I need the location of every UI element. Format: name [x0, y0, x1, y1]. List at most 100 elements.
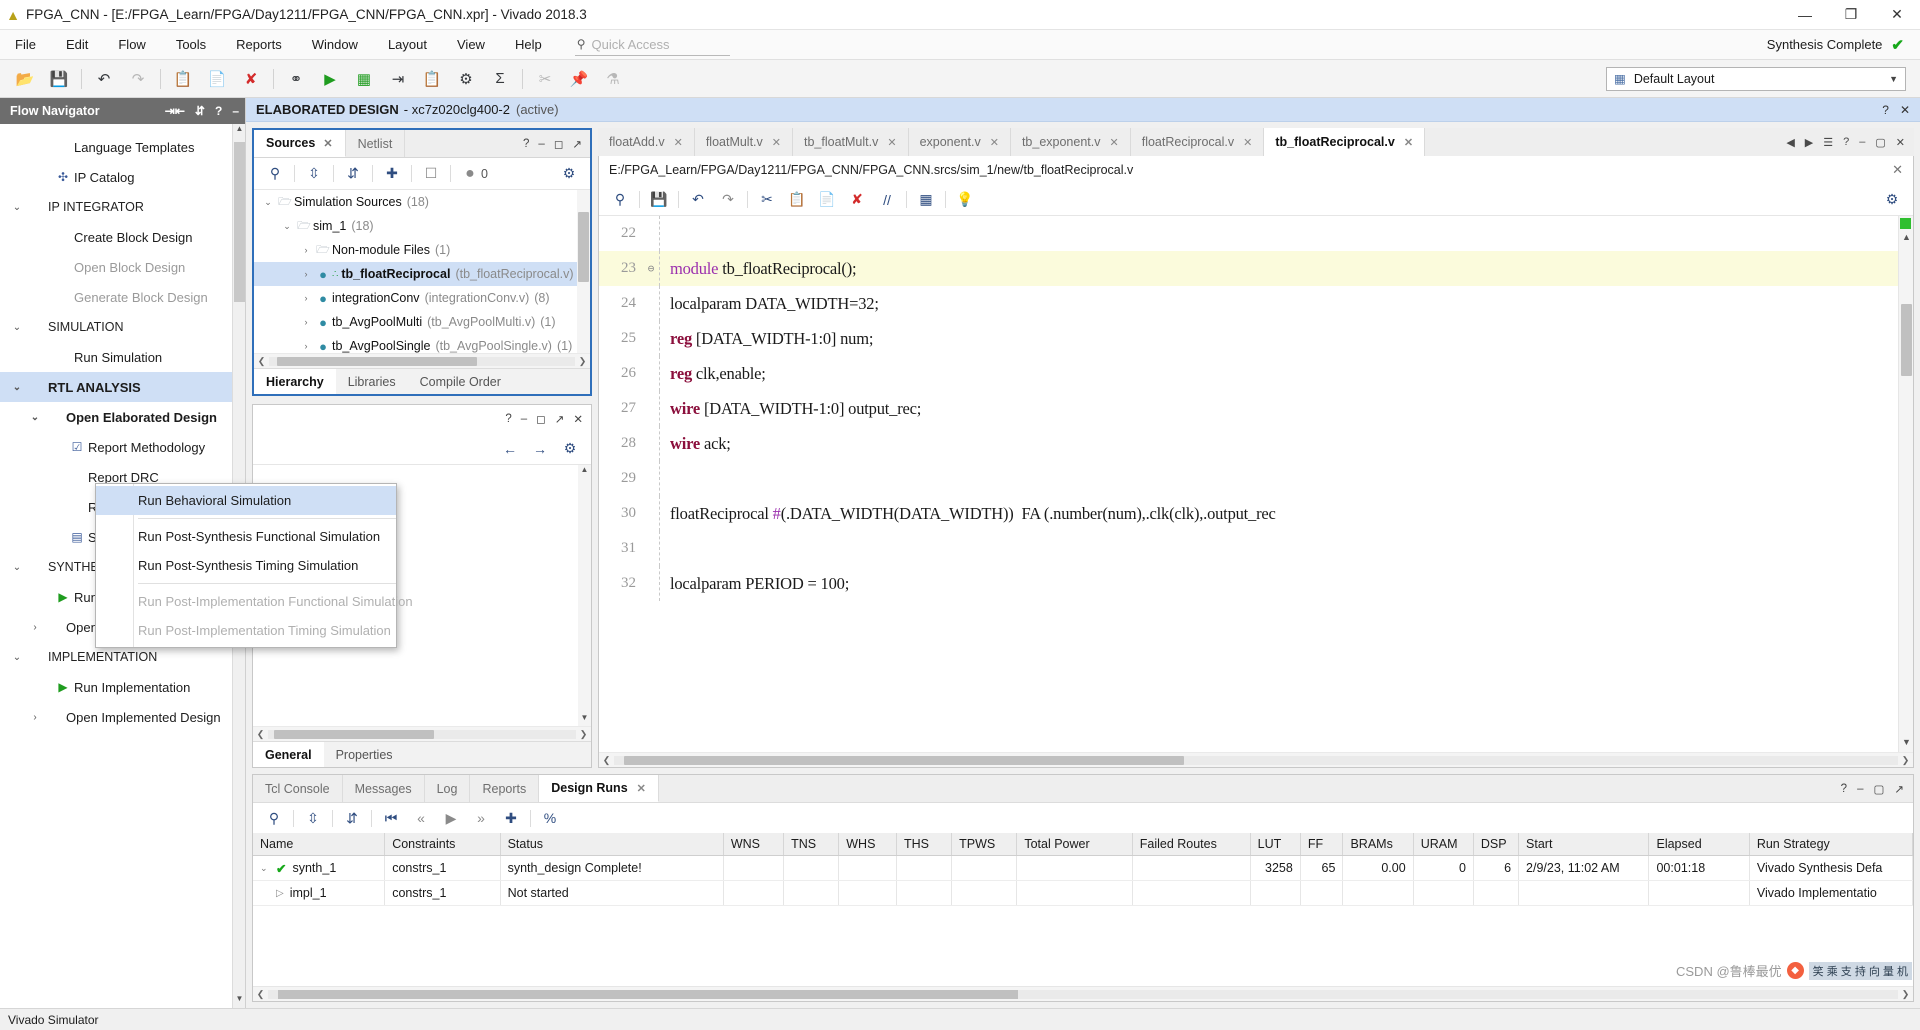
quick-access-search[interactable]: ⚲ Quick Access [574, 34, 730, 56]
expand-all-icon[interactable]: ⇵ [337, 805, 367, 831]
column-header[interactable]: LUT [1250, 833, 1301, 856]
help-icon[interactable]: ? [523, 138, 529, 150]
help-box-icon[interactable]: ☐ [416, 161, 446, 187]
tab-properties[interactable]: Properties [324, 742, 405, 767]
flow-nav-item-create-block-design[interactable]: Create Block Design [0, 222, 245, 252]
column-header[interactable]: Start [1518, 833, 1650, 856]
scroll-right-icon[interactable]: ❯ [1898, 755, 1913, 766]
tab-libraries[interactable]: Libraries [336, 369, 408, 394]
search-icon[interactable]: ⚲ [605, 187, 635, 213]
link-icon[interactable]: ⚭ [279, 63, 313, 95]
close-icon[interactable]: ✕ [1892, 162, 1903, 178]
comment-icon[interactable]: // [872, 187, 902, 213]
settings-icon[interactable]: ⚙ [1877, 187, 1907, 213]
flow-nav-item-open-implemented-design[interactable]: › Open Implemented Design [0, 702, 245, 732]
tree-node[interactable]: › ● tb_AvgPoolMulti (tb_AvgPoolMulti.v) (1) [254, 310, 590, 334]
hscroll-track[interactable] [269, 356, 575, 366]
chevron-down-icon[interactable]: ⌄ [279, 221, 295, 232]
tree-node[interactable]: ⌄ 🗁 sim_1 (18) [254, 214, 590, 238]
next-icon[interactable]: » [466, 805, 496, 831]
scrollbar-thumb[interactable] [1901, 304, 1912, 376]
flow-nav-item-run-implementation[interactable]: ▶ Run Implementation [0, 672, 245, 702]
cut-icon[interactable]: ✂ [528, 63, 562, 95]
column-header[interactable]: Failed Routes [1132, 833, 1251, 856]
scrollbar-thumb[interactable] [277, 356, 477, 366]
collapse-all-icon[interactable]: ⇳ [299, 161, 329, 187]
step-icon[interactable]: ⇥ [381, 63, 415, 95]
table-row[interactable]: ▷ impl_1 constrs_1 Not started Vivado Implem… [253, 880, 1913, 906]
settings-icon[interactable]: ⚙ [449, 63, 483, 95]
close-icon[interactable]: ✕ [323, 137, 332, 150]
maximize-icon[interactable]: ▢ [1873, 782, 1884, 796]
scroll-down-icon[interactable]: ▼ [1899, 737, 1914, 752]
float-icon[interactable]: ↗ [555, 412, 565, 426]
menu-view[interactable]: View [442, 30, 500, 60]
run-simulation-icon[interactable]: ▦ [347, 63, 381, 95]
add-run-icon[interactable]: ✚ [496, 805, 526, 831]
expand-all-icon[interactable]: ⇵ [195, 104, 205, 118]
dock-tab-tcl-console[interactable]: Tcl Console [253, 775, 343, 802]
scrollbar-thumb[interactable] [278, 989, 1018, 999]
column-header[interactable]: URAM [1413, 833, 1474, 856]
filter-icon[interactable]: ⚗ [596, 63, 630, 95]
delete-icon[interactable]: ✘ [842, 187, 872, 213]
collapse-all-icon[interactable]: ⇥⇤ [165, 104, 185, 118]
menu-edit[interactable]: Edit [51, 30, 103, 60]
column-header[interactable]: Total Power [1016, 833, 1133, 856]
save-icon[interactable]: 💾 [42, 63, 76, 95]
tab-list-icon[interactable]: ☰ [1823, 136, 1833, 149]
column-header[interactable]: Run Strategy [1749, 833, 1913, 856]
undo-icon[interactable]: ↶ [87, 63, 121, 95]
maximize-icon[interactable]: ◻ [554, 137, 564, 151]
column-header[interactable]: WHS [838, 833, 897, 856]
close-icon[interactable]: ✕ [1404, 136, 1413, 149]
column-header[interactable]: TPWS [951, 833, 1018, 856]
flow-nav-item-rtl-analysis[interactable]: ⌄ RTL ANALYSIS [0, 372, 245, 402]
float-icon[interactable]: ↗ [572, 137, 582, 151]
settings-icon[interactable]: ⚙ [554, 161, 584, 187]
chevron-right-icon[interactable]: › [298, 341, 314, 351]
minimize-icon[interactable]: – [521, 413, 527, 425]
properties-scrollbar[interactable]: ▲ ▼ [578, 465, 591, 726]
help-icon[interactable]: ? [1843, 136, 1849, 148]
menu-item-run-post-synthesis-timing-simulation[interactable]: Run Post-Synthesis Timing Simulation [96, 551, 396, 580]
flow-nav-item-run-simulation[interactable]: Run Simulation [0, 342, 245, 372]
maximize-icon[interactable]: ◻ [536, 412, 546, 426]
column-header[interactable]: Elapsed [1648, 833, 1750, 856]
close-icon[interactable]: ✕ [573, 412, 583, 426]
close-icon[interactable]: ✕ [990, 136, 999, 149]
scrollbar-thumb[interactable] [234, 142, 245, 302]
dock-tab-messages[interactable]: Messages [343, 775, 425, 802]
scroll-up-icon[interactable]: ▲ [233, 124, 245, 138]
column-header[interactable]: FF [1300, 833, 1344, 856]
code-lines[interactable]: 22 23 ⊖ module tb_floatReciprocal(); 24 local… [599, 216, 1898, 752]
chevron-right-icon[interactable]: › [298, 269, 314, 279]
play-icon[interactable]: ▶ [436, 805, 466, 831]
scroll-down-icon[interactable]: ▼ [578, 713, 591, 726]
code-hscrollbar[interactable]: ❮ ❯ [599, 752, 1913, 767]
editor-tab-exponent-v[interactable]: exponent.v ✕ [909, 128, 1011, 156]
column-header[interactable]: BRAMs [1342, 833, 1414, 856]
menu-tools[interactable]: Tools [161, 30, 221, 60]
tree-node[interactable]: › ● ∴ tb_floatReciprocal (tb_floatReciprocal… [254, 262, 590, 286]
settings-icon[interactable]: ⚙ [555, 436, 585, 462]
previous-icon[interactable]: « [406, 805, 436, 831]
forward-icon[interactable]: → [525, 436, 555, 462]
menu-layout[interactable]: Layout [373, 30, 442, 60]
redo-icon[interactable]: ↷ [121, 63, 155, 95]
column-header[interactable]: DSP [1473, 833, 1520, 856]
maximize-button[interactable]: ❐ [1828, 0, 1874, 30]
add-sources-icon[interactable]: ✚ [377, 161, 407, 187]
flow-nav-item-ip-catalog[interactable]: ✣ IP Catalog [0, 162, 245, 192]
close-icon[interactable]: ✕ [674, 136, 683, 149]
flow-nav-item-report-methodology[interactable]: ☑ Report Methodology [0, 432, 245, 462]
close-icon[interactable]: ✕ [637, 782, 646, 795]
close-icon[interactable]: ✕ [1896, 136, 1905, 149]
tree-node[interactable]: ⌄ 🗁 Simulation Sources (18) [254, 190, 590, 214]
tree-node[interactable]: › ● tb_AvgPoolSingle (tb_AvgPoolSingle.v) (1… [254, 334, 590, 354]
float-icon[interactable]: ↗ [1894, 782, 1904, 796]
layout-selector[interactable]: ▦ Default Layout ▼ [1606, 66, 1906, 91]
minimize-panel-icon[interactable]: – [232, 104, 239, 118]
tab-compile-order[interactable]: Compile Order [408, 369, 513, 394]
scrollbar-thumb[interactable] [578, 212, 589, 282]
